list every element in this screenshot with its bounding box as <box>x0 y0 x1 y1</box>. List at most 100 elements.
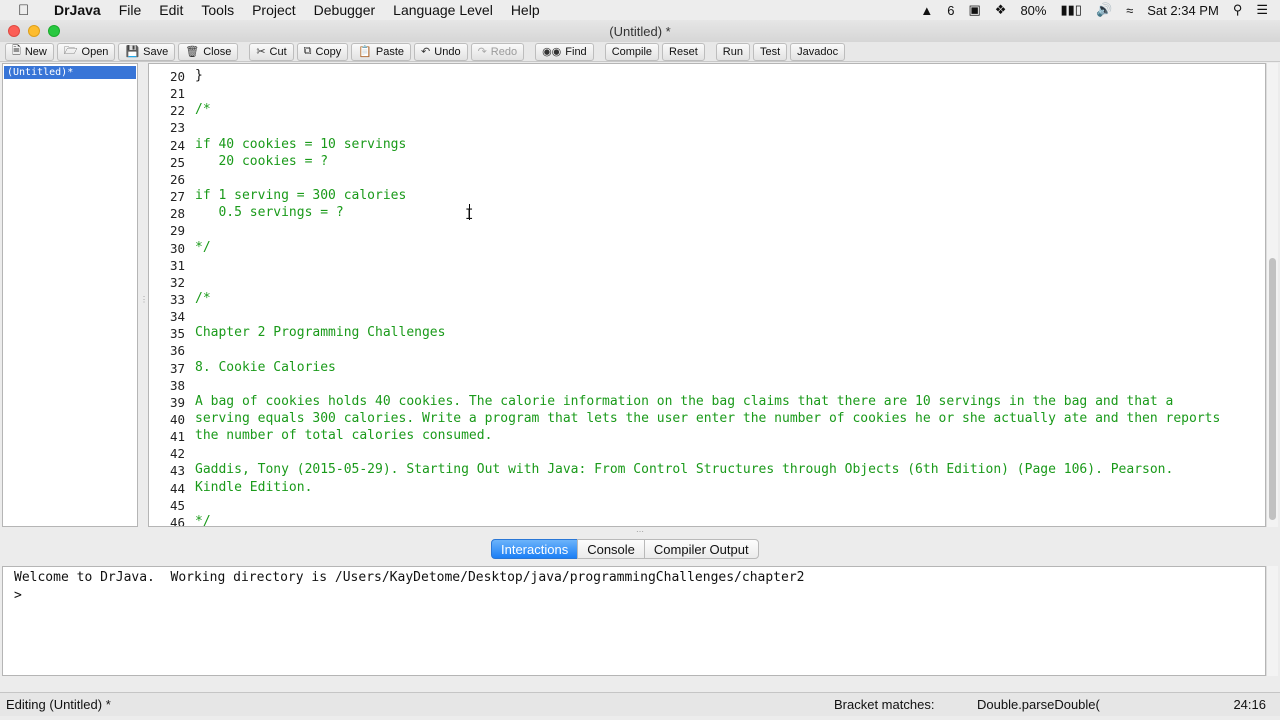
javadoc-button[interactable]: Javadoc <box>790 42 846 61</box>
line-number: 24 <box>169 137 185 153</box>
menu-status-area: ▲ 6 ▣ ❖ 80% ▮▮▯ 🔊 ≈ Sat 2:34 PM ⚲ ☰ <box>920 0 1268 20</box>
line-number: 43 <box>169 463 185 479</box>
menu-edit[interactable]: Edit <box>159 2 183 18</box>
cut-button[interactable]: ✂ Cut <box>249 42 294 61</box>
mac-menu-bar:  DrJava File Edit Tools Project Debugge… <box>0 0 1280 20</box>
bottom-tab-bar: Interactions Console Compiler Output <box>491 539 759 559</box>
tab-compiler-output[interactable]: Compiler Output <box>643 539 759 559</box>
code-line: 44 Kindle Edition. <box>149 479 1265 496</box>
notification-center-icon[interactable]: ☰ <box>1256 2 1268 18</box>
vertical-splitter-handle[interactable]: ⋮ <box>140 295 148 304</box>
wifi-icon[interactable]: ≈ <box>1126 3 1133 18</box>
menu-tools[interactable]: Tools <box>201 2 234 18</box>
code-line: 23 <box>149 118 1265 135</box>
line-number: 32 <box>169 274 185 290</box>
line-number: 41 <box>169 429 185 445</box>
reset-button[interactable]: Reset <box>662 42 705 61</box>
line-number: 23 <box>169 120 185 136</box>
interactions-scrollbar[interactable] <box>1266 566 1278 676</box>
line-text: /* <box>195 290 211 306</box>
tab-console[interactable]: Console <box>577 539 645 559</box>
open-button[interactable]: 🗁 Open <box>56 42 116 61</box>
line-number: 30 <box>169 240 185 256</box>
code-line: 22 /* <box>149 101 1265 118</box>
dropbox-icon[interactable]: ❖ <box>995 2 1007 18</box>
line-number: 26 <box>169 171 185 187</box>
find-button[interactable]: ◉◉ Find <box>535 42 594 61</box>
line-text: serving equals 300 calories. Write a pro… <box>195 411 1221 426</box>
line-text: */ <box>195 239 211 255</box>
line-text: the number of total calories consumed. <box>195 428 493 444</box>
save-button[interactable]: 💾 Save <box>118 42 176 61</box>
apple-menu-icon[interactable]:  <box>18 2 40 19</box>
code-line: 38 <box>149 376 1265 393</box>
line-number: 40 <box>169 412 185 427</box>
line-number: 46 <box>169 514 185 527</box>
window-title: (Untitled) * <box>609 23 671 39</box>
code-line: 29 <box>149 221 1265 238</box>
close-window-icon[interactable] <box>8 25 20 37</box>
cursor-position: 24:16 <box>1233 697 1266 712</box>
bracket-matches-label: Bracket matches: <box>834 697 935 712</box>
line-number: 25 <box>169 154 185 170</box>
interactions-prompt[interactable]: > <box>14 587 1254 605</box>
tab-interactions[interactable]: Interactions <box>491 539 579 559</box>
paste-button[interactable]: 📋 Paste <box>351 42 412 61</box>
zoom-window-icon[interactable] <box>48 25 60 37</box>
menu-project[interactable]: Project <box>252 2 296 18</box>
welcome-message: Welcome to DrJava. Working directory is … <box>14 570 805 585</box>
scissors-icon: ✂ <box>256 46 266 58</box>
code-line: 21 <box>149 84 1265 101</box>
test-button[interactable]: Test <box>752 42 788 61</box>
line-text: Gaddis, Tony (2015-05-29). Starting Out … <box>195 462 1174 478</box>
editor-scroll-thumb[interactable] <box>1269 258 1276 520</box>
code-editor[interactable]: I 20} 21 22/* 23 24 if 40 cookies = 10 servin… <box>148 63 1266 527</box>
code-line: 33 /* <box>149 290 1265 307</box>
horizontal-splitter-handle[interactable]: ⋯ <box>636 527 644 536</box>
menu-help[interactable]: Help <box>511 2 540 18</box>
volume-icon[interactable]: 🔊 <box>1096 2 1112 18</box>
line-number: 42 <box>169 446 185 462</box>
line-text: 8. Cookie Calories <box>195 359 336 375</box>
toolbar: 🗎 New 🗁 Open 💾 Save 🗑 Close ✂ Cut ⧉ Copy 📋 Past… <box>0 42 1280 62</box>
close-button[interactable]: 🗑 Close <box>178 42 239 61</box>
new-file-icon: 🗎 <box>12 45 21 57</box>
menu-app-name[interactable]: DrJava <box>54 2 101 18</box>
status-bar: Editing (Untitled) * Bracket matches: Do… <box>0 692 1280 716</box>
code-line: 30 */ <box>149 239 1265 256</box>
minimize-window-icon[interactable] <box>28 25 40 37</box>
horizontal-splitter[interactable]: ⋯ <box>0 527 1280 536</box>
code-line: 36 <box>149 341 1265 358</box>
document-item-untitled[interactable]: (Untitled)* <box>4 66 136 79</box>
screen-record-icon[interactable]: ▣ <box>968 2 980 18</box>
editor-vertical-scrollbar[interactable] <box>1266 63 1278 527</box>
line-number: 27 <box>169 189 185 205</box>
code-line: 40 serving equals 300 calories. Write a p… <box>149 410 1265 427</box>
spotlight-search-icon[interactable]: ⚲ <box>1233 2 1243 18</box>
battery-icon[interactable]: ▮▮▯ <box>1060 2 1081 18</box>
line-number: 45 <box>169 497 185 513</box>
new-button[interactable]: 🗎 New <box>5 42 54 61</box>
code-line: 37 8. Cookie Calories <box>149 359 1265 376</box>
line-text: 20 cookies = ? <box>195 153 329 169</box>
clock[interactable]: Sat 2:34 PM <box>1147 3 1219 18</box>
run-button[interactable]: Run <box>715 42 750 61</box>
adobe-icon[interactable]: ▲ <box>920 3 933 18</box>
redo-button[interactable]: ↷ Redo <box>470 42 525 61</box>
compile-button[interactable]: Compile <box>604 42 660 61</box>
code-line: 32 <box>149 273 1265 290</box>
code-line: 46 */ <box>149 513 1265 527</box>
undo-button[interactable]: ↶ Undo <box>414 42 468 61</box>
menu-language-level[interactable]: Language Level <box>393 2 493 18</box>
menu-file[interactable]: File <box>119 2 142 18</box>
battery-percent: 80% <box>1020 2 1047 18</box>
code-line: 20} <box>149 67 1265 84</box>
line-text: if 1 serving = 300 calories <box>195 188 407 204</box>
copy-button[interactable]: ⧉ Copy <box>296 42 349 61</box>
undo-icon: ↶ <box>421 46 431 58</box>
line-text: if 40 cookies = 10 servings <box>195 136 407 152</box>
line-text: /* <box>195 102 211 118</box>
line-number: 28 <box>169 206 185 222</box>
menu-debugger[interactable]: Debugger <box>314 2 376 18</box>
interactions-pane[interactable]: Welcome to DrJava. Working directory is … <box>2 566 1266 676</box>
